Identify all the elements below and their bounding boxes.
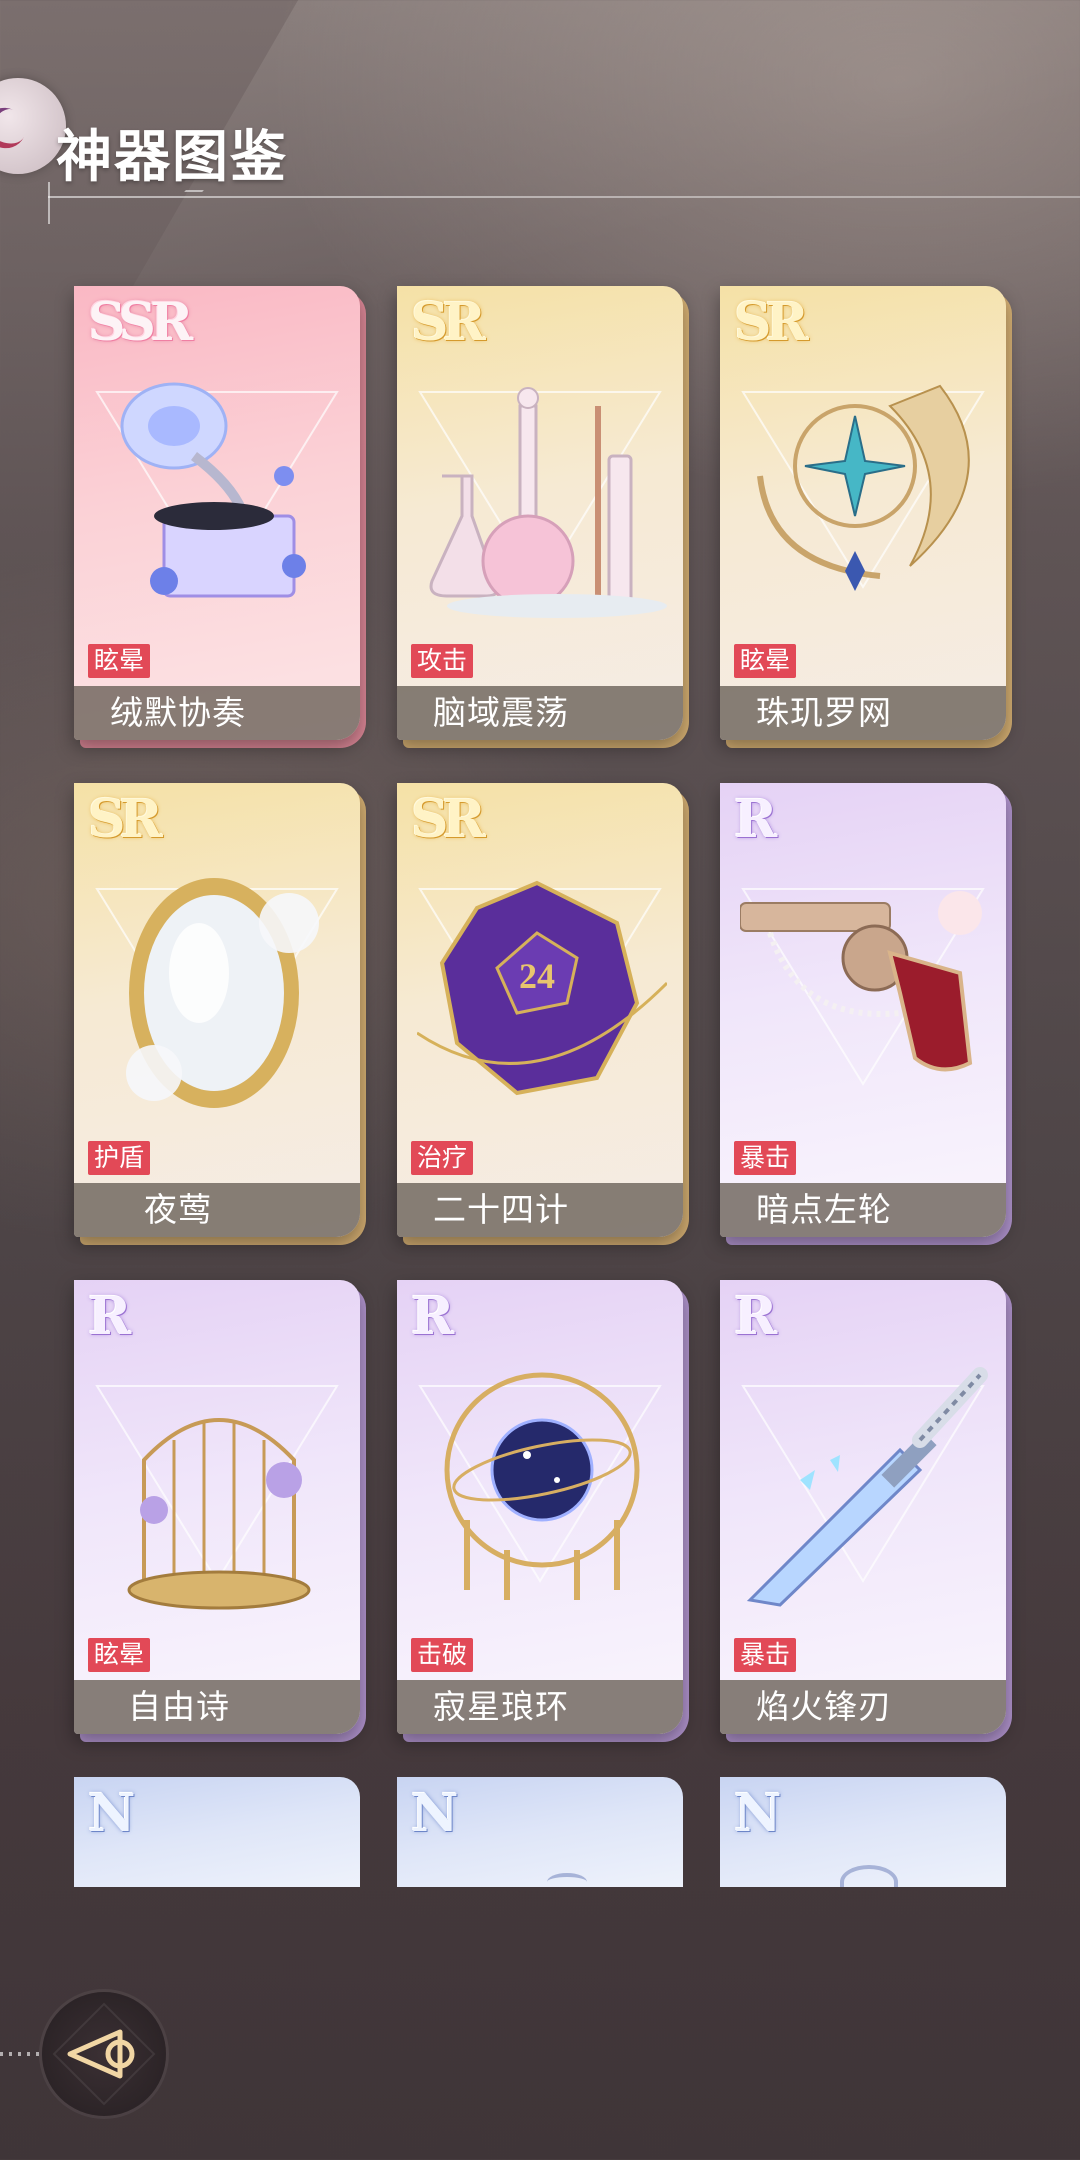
artifact-card[interactable]: SR 护盾 夜莺 (74, 783, 366, 1245)
artifact-name: 寂星琅环 (433, 1687, 569, 1726)
unknown-icon (547, 1873, 587, 1887)
mirror-icon (126, 878, 319, 1108)
header-divider (48, 196, 1080, 198)
artifact-card[interactable]: R 暴击 焰火锋刃 (720, 1280, 1012, 1742)
effect-tag: 暴击 (734, 1141, 797, 1175)
dice-face-number: 24 (519, 956, 555, 996)
rarity-badge: N (411, 1783, 458, 1844)
effect-tag: 护盾 (88, 1141, 151, 1175)
d24-dice-icon: 24 (417, 880, 667, 1096)
effect-tag: 击破 (411, 1638, 474, 1672)
artifact-card[interactable]: R 眩晕 自由诗 (74, 1280, 366, 1742)
effect-tag: 攻击 (411, 644, 474, 678)
rarity-badge: R (734, 1286, 777, 1347)
birdcage-icon (127, 1418, 311, 1610)
artifact-card[interactable]: SSR 眩晕 绒默协奏 (74, 286, 366, 748)
header: 神器图鉴 (0, 0, 1080, 230)
gramophone-icon (120, 382, 306, 598)
rarity-badge: SR (734, 292, 809, 353)
artifact-name: 夜莺 (144, 1190, 212, 1229)
back-arrow-icon (52, 2002, 156, 2106)
effect-tag: 眩晕 (734, 644, 797, 678)
revolver-icon (740, 891, 982, 1072)
artifact-name: 脑域震荡 (433, 693, 569, 732)
dreamcatcher-icon (757, 384, 970, 591)
rarity-badge: SR (411, 789, 486, 850)
back-button[interactable] (42, 1992, 166, 2116)
artifact-name: 自由诗 (128, 1687, 230, 1726)
rarity-badge: R (411, 1286, 454, 1347)
name-bar (74, 1183, 360, 1237)
artifact-name: 焰火锋刃 (756, 1687, 892, 1726)
dagger-icon (746, 1367, 988, 1607)
artifact-name: 绒默协奏 (110, 693, 246, 732)
rarity-badge: SSR (88, 292, 193, 353)
artifact-card[interactable]: N (720, 1777, 1012, 1887)
artifact-name: 暗点左轮 (756, 1190, 892, 1229)
rarity-badge: SR (411, 292, 486, 353)
rarity-badge: N (734, 1783, 781, 1844)
star-orb-icon (444, 1372, 640, 1600)
artifact-card[interactable]: N (74, 1777, 366, 1887)
rarity-badge: R (88, 1286, 131, 1347)
rarity-badge: R (734, 789, 777, 850)
effect-tag: 眩晕 (88, 1638, 151, 1672)
unknown-icon (840, 1865, 898, 1887)
artifact-card[interactable]: N (397, 1777, 689, 1887)
effect-tag: 眩晕 (88, 644, 151, 678)
rarity-badge: SR (88, 789, 163, 850)
lab-flask-icon (429, 387, 667, 618)
artifact-card[interactable]: R 暴击 暗点左轮 (720, 783, 1012, 1245)
rarity-badge: N (88, 1783, 135, 1844)
artifact-name: 二十四计 (433, 1190, 569, 1229)
artifact-card[interactable]: SR 眩晕 珠玑罗网 (720, 286, 1012, 748)
artifact-card[interactable]: SR 攻击 脑域震荡 (397, 286, 689, 748)
page-title: 神器图鉴 (56, 124, 288, 190)
back-button-dots (0, 2052, 40, 2056)
header-divider-tick (48, 182, 50, 224)
effect-tag: 治疗 (411, 1141, 474, 1175)
artifact-card[interactable]: R 击破 寂星琅环 (397, 1280, 689, 1742)
effect-tag: 暴击 (734, 1638, 797, 1672)
artifact-name: 珠玑罗网 (756, 693, 892, 732)
artifact-card[interactable]: SR 24 治疗 二十四计 (397, 783, 689, 1245)
